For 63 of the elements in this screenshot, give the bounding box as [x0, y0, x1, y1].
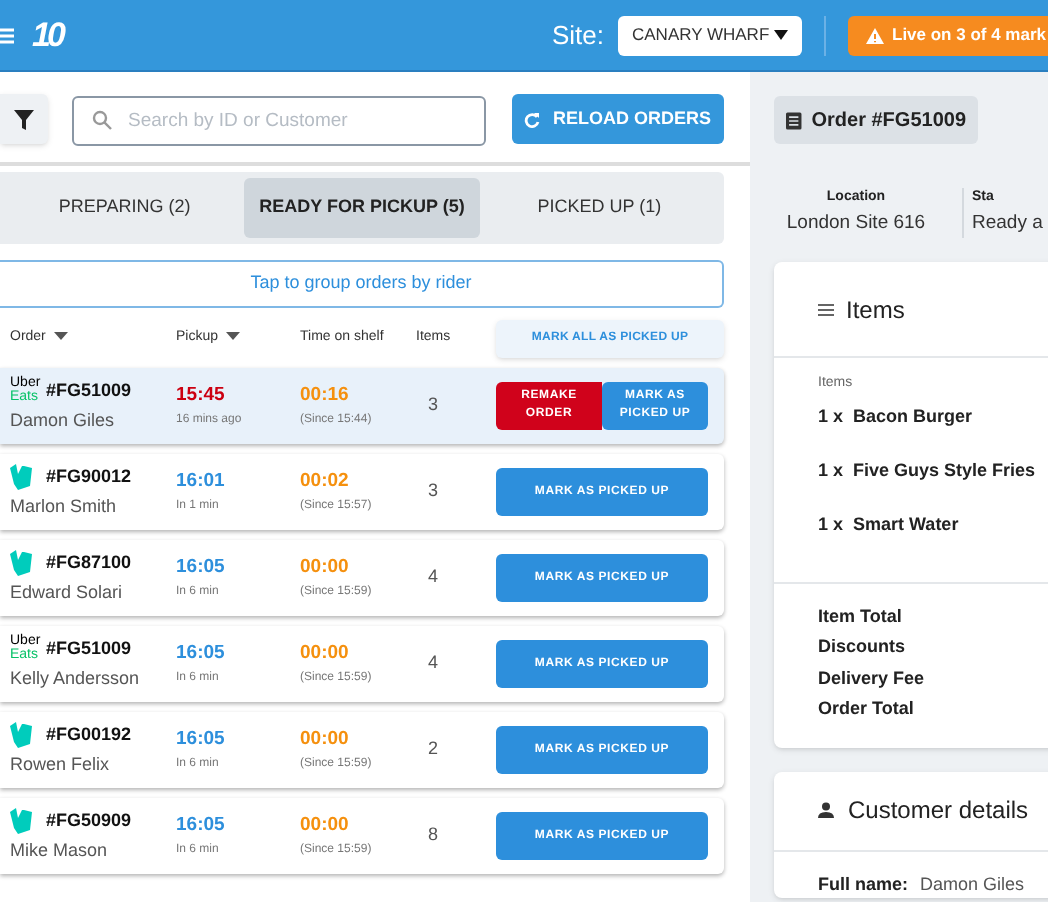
field-value: Damon Giles	[920, 871, 1025, 897]
item-count: 8	[426, 822, 441, 849]
total-label: Order Total	[818, 696, 916, 722]
customer-name: Mike Mason	[10, 838, 110, 864]
status-tab[interactable]: PICKED UP (1)	[480, 178, 719, 238]
site-label: Site:	[551, 17, 604, 54]
item-count: 3	[426, 478, 441, 505]
filter-icon	[14, 109, 34, 129]
pickup-time: 16:05	[176, 726, 227, 755]
app-logo: 10	[32, 13, 62, 58]
customer-name: Edward Solari	[10, 580, 125, 606]
site-dropdown[interactable]: CANARY WHARF	[618, 15, 802, 55]
total-label: Discounts	[818, 634, 908, 660]
order-number: #FG90012	[46, 463, 132, 489]
search-icon	[92, 109, 112, 129]
status-tab[interactable]: PREPARING (2)	[6, 178, 244, 238]
field-label: Full name:	[818, 871, 909, 897]
menu-icon[interactable]	[0, 27, 14, 43]
shelf-time: 00:00	[300, 812, 351, 841]
warning-icon	[866, 27, 884, 43]
total-label: Item Total	[818, 603, 904, 629]
order-number: #FG00192	[46, 721, 132, 747]
pickup-time: 15:45	[176, 382, 227, 411]
pickup-time: 16:05	[176, 812, 227, 841]
info-value: Ready a	[972, 209, 1043, 237]
caret-icon	[53, 331, 68, 340]
filter-button[interactable]	[0, 94, 48, 144]
customer-name: Kelly Andersson	[10, 666, 142, 693]
search-field[interactable]: Search by ID or Customer	[72, 96, 486, 146]
pickup-time: 16:05	[176, 554, 227, 583]
customer-name: Damon Giles	[10, 408, 117, 435]
shelf-time: 00:16	[300, 382, 351, 411]
item-count: 4	[426, 564, 441, 591]
refresh-icon	[524, 111, 541, 127]
list-icon	[818, 303, 834, 315]
caret-icon	[774, 30, 788, 40]
item-line: 1 x Smart Water	[818, 511, 961, 537]
shelf-time: 00:00	[300, 554, 351, 583]
order-chip: Order #FG51009	[774, 96, 978, 144]
order-number: #FG50909	[46, 807, 132, 833]
person-icon	[818, 802, 834, 818]
item-line: 1 x Five Guys Style Fries	[818, 457, 1038, 484]
pickup-time: 16:01	[176, 468, 227, 497]
shelf-time: 00:00	[300, 640, 351, 669]
receipt-icon	[786, 109, 802, 131]
shelf-time: 00:00	[300, 726, 351, 755]
order-number: #FG51009	[46, 377, 132, 403]
card-title: Items	[846, 293, 905, 327]
card-title: Customer details	[848, 794, 1029, 828]
shelf-time: 00:02	[300, 468, 351, 497]
info-value: London Site 616	[786, 209, 926, 237]
pickup-time: 16:05	[176, 640, 227, 669]
item-count: 4	[426, 650, 441, 677]
status-tab[interactable]: READY FOR PICKUP (5)	[243, 178, 481, 238]
item-count: 2	[426, 736, 441, 763]
caret-icon	[226, 331, 241, 340]
order-number: #FG51009	[46, 635, 132, 661]
total-label: Delivery Fee	[818, 665, 927, 692]
customer-name: Rowen Felix	[10, 752, 112, 778]
item-count: 3	[426, 392, 441, 419]
customer-name: Marlon Smith	[10, 494, 119, 520]
order-number: #FG87100	[46, 549, 132, 575]
item-line: 1 x Bacon Burger	[818, 403, 975, 430]
